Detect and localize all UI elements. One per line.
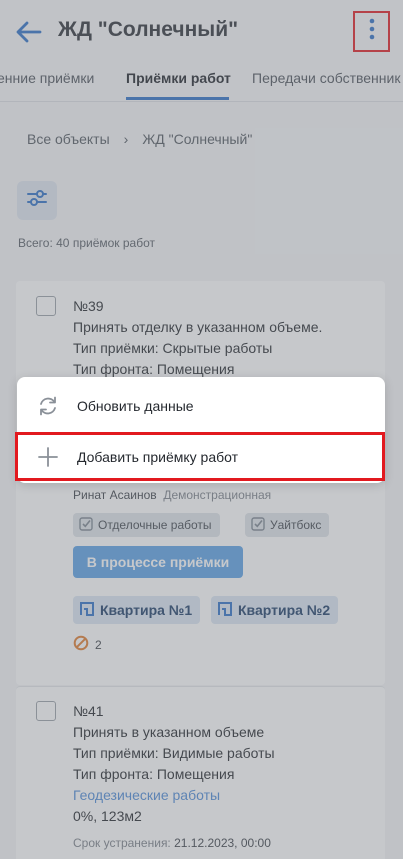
menu-item-label: Обновить данные (77, 398, 194, 414)
page: ЖД "Солнечный" енние приёмки Приёмки раб… (0, 0, 403, 859)
menu-item-refresh[interactable]: Обновить данные (17, 382, 385, 430)
highlight-frame (15, 432, 385, 481)
refresh-icon (36, 394, 60, 418)
